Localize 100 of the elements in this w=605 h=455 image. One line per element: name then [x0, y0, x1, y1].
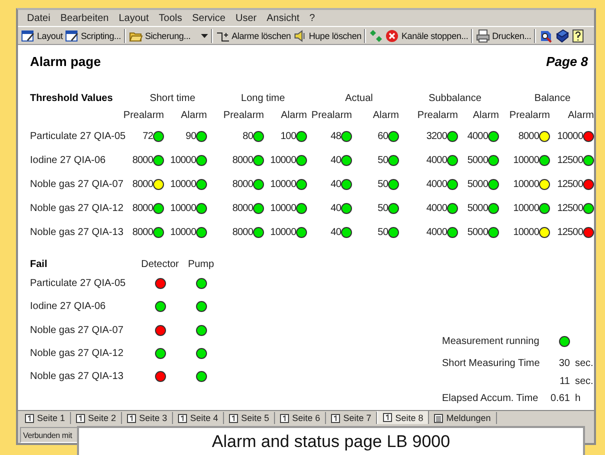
menu-item[interactable]: Datei — [22, 12, 56, 24]
threshold-value: 10000 — [513, 226, 539, 238]
menu-item[interactable]: Layout — [114, 12, 154, 24]
column-header: Prealarm — [223, 110, 264, 121]
threshold-value: 10000 — [270, 178, 296, 190]
threshold-value: 40 — [330, 178, 341, 190]
threshold-value: 12500 — [557, 226, 583, 238]
threshold-value: 90 — [186, 130, 196, 142]
toolbar-icon-button[interactable] — [570, 28, 586, 44]
page-icon — [331, 414, 340, 422]
status-value: 11 — [560, 376, 570, 387]
threshold-value: 5000 — [467, 226, 488, 238]
toolbar-dropdown[interactable]: Sicherung... — [128, 28, 209, 44]
threshold-value: 60 — [378, 130, 388, 142]
unit-label: h — [574, 392, 582, 404]
toolbar-button[interactable]: Kanäle stoppen... — [384, 28, 470, 44]
menu-item[interactable]: Tools — [154, 12, 188, 24]
page-icon — [383, 413, 392, 422]
column-header: Alarm — [180, 110, 207, 121]
column-group-header: Actual — [344, 93, 373, 104]
threshold-value: 10000 — [557, 130, 583, 142]
status-label: Short Measuring Time — [442, 358, 541, 368]
toolbar-button[interactable]: Alarme löschen — [214, 28, 292, 44]
page-icon — [25, 414, 34, 422]
threshold-value: 8000 — [232, 178, 253, 190]
column-header: Alarm — [568, 110, 594, 121]
menu-item[interactable]: ? — [304, 12, 320, 24]
threshold-value: 10000 — [170, 178, 196, 190]
threshold-value: 5000 — [467, 154, 488, 166]
threshold-value: 80 — [242, 130, 253, 142]
status-label: Measurement running — [442, 336, 540, 347]
threshold-value: 10000 — [513, 154, 539, 166]
threshold-value: 10000 — [170, 202, 196, 214]
page-icon — [280, 414, 290, 422]
menu-item[interactable]: Ansicht — [262, 12, 304, 24]
diamonds-icon — [369, 28, 384, 42]
list-icon — [434, 414, 444, 422]
menu-item[interactable]: User — [230, 12, 262, 24]
threshold-value: 4000 — [426, 226, 447, 238]
threshold-value: 48 — [330, 130, 341, 142]
threshold-value: 8000 — [132, 178, 153, 190]
threshold-value: 10000 — [513, 202, 539, 214]
caret-icon — [200, 34, 208, 38]
page-tab[interactable]: Seite 8 — [377, 411, 430, 424]
column-header: Prealarm — [417, 110, 458, 121]
column-header: Pump — [188, 258, 214, 270]
threshold-value: 10000 — [170, 154, 196, 166]
unit-label: sec. — [574, 358, 594, 368]
status-value: 0.61 — [550, 392, 570, 404]
threshold-value: 40 — [330, 226, 341, 238]
page-icon — [76, 414, 86, 422]
page-icon — [127, 414, 136, 422]
column-group-header: Subbalance — [428, 93, 482, 104]
stop-icon — [385, 28, 400, 42]
page-number: Page 8 — [546, 54, 588, 69]
toolbar-button[interactable]: Hupe löschen — [292, 28, 362, 44]
column-header: Prealarm — [123, 110, 164, 121]
threshold-value: 4000 — [467, 130, 488, 142]
threshold-value: 10000 — [270, 226, 296, 238]
threshold-value: 4000 — [426, 202, 447, 214]
threshold-value: 8000 — [232, 154, 253, 166]
page-title: Alarm page — [30, 54, 101, 69]
threshold-value: 10000 — [270, 202, 296, 214]
threshold-value: 12500 — [557, 178, 583, 190]
help-icon — [571, 28, 586, 42]
threshold-value: 50 — [378, 226, 388, 238]
toolbar-button[interactable]: Scripting... — [64, 28, 122, 44]
menu-item[interactable]: Bearbeiten — [55, 12, 114, 24]
threshold-value: 4000 — [426, 178, 447, 190]
section-title: Threshold Values — [30, 93, 114, 104]
threshold-value: 72 — [142, 130, 153, 142]
column-header: Alarm — [372, 110, 399, 121]
threshold-value: 3200 — [426, 130, 447, 142]
threshold-value: 10000 — [270, 154, 296, 166]
threshold-value: 10000 — [513, 178, 539, 190]
threshold-value: 10000 — [170, 226, 196, 238]
column-header: Alarm — [472, 110, 499, 121]
speaker-icon — [292, 28, 307, 42]
column-header: Detector — [141, 258, 179, 270]
threshold-value: 5000 — [467, 178, 488, 190]
channel-name: Iodine 27 QIA-06 — [30, 154, 107, 166]
threshold-value: 12500 — [557, 202, 583, 214]
section-title: Fail — [30, 258, 48, 270]
column-group-header: Long time — [240, 93, 285, 104]
edit-form-icon — [21, 28, 35, 42]
threshold-value: 8000 — [232, 226, 253, 238]
column-header: Alarm — [280, 110, 307, 121]
threshold-value: 4000 — [426, 154, 447, 166]
threshold-value: 40 — [330, 154, 341, 166]
column-group-header: Short time — [148, 93, 196, 104]
menu-item[interactable]: Service — [187, 12, 230, 24]
page-icon — [178, 414, 188, 422]
toolbar-button[interactable]: Drucken... — [475, 28, 532, 44]
threshold-value: 8000 — [132, 226, 153, 238]
threshold-value: 12500 — [557, 154, 583, 166]
channel-name: Noble gas 27 QIA-07 — [30, 178, 124, 190]
caption: Alarm and status page LB 9000 — [77, 426, 585, 455]
toolbar-button[interactable]: Layout — [20, 28, 64, 44]
status-value: 30 — [558, 358, 570, 368]
threshold-value: 8000 — [132, 202, 153, 214]
